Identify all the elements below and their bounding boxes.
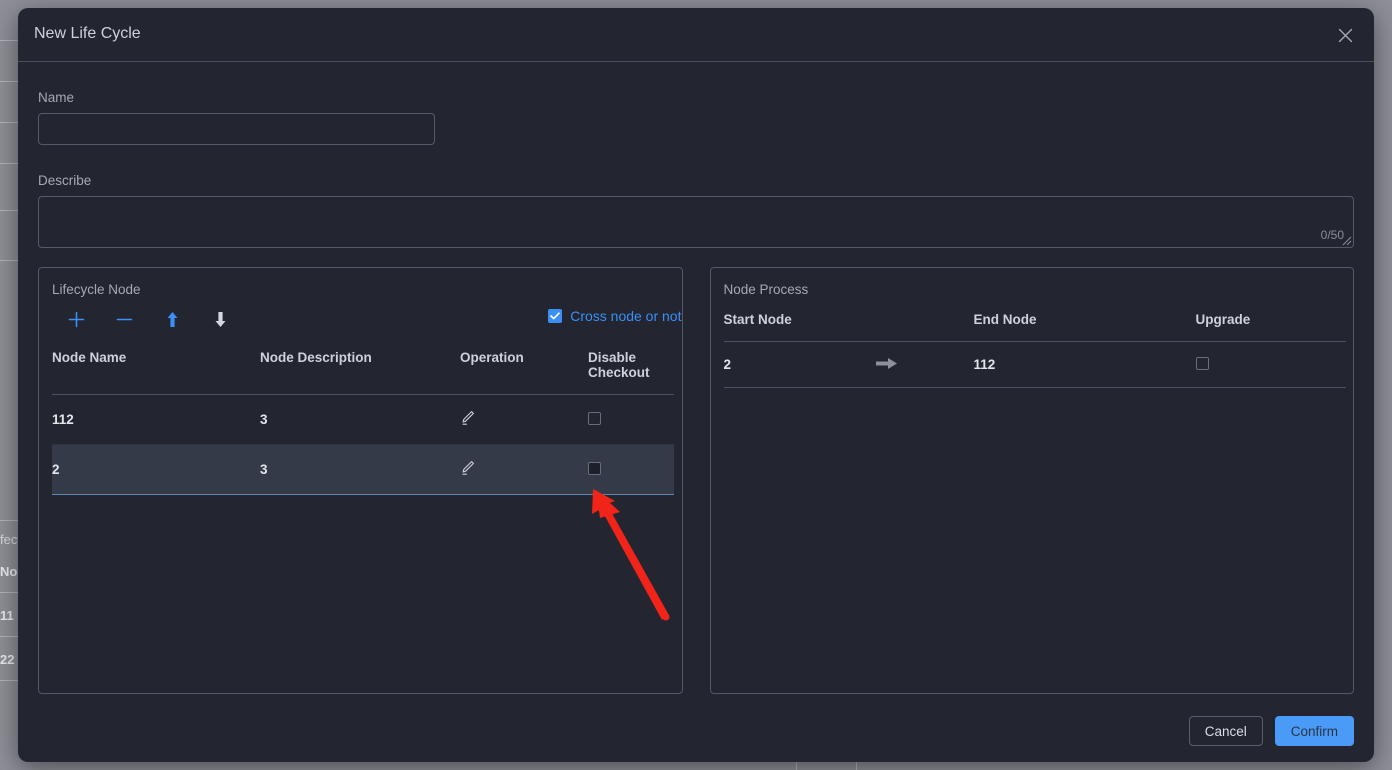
- arrow-down-icon: [215, 311, 225, 327]
- cell-end-node: 112: [973, 357, 996, 372]
- disable-checkout-checkbox[interactable]: [588, 411, 601, 425]
- start-node-value: 2: [723, 357, 732, 372]
- edit-pencil-icon[interactable]: [460, 410, 476, 429]
- cell-disable-checkout: [588, 445, 674, 495]
- node-process-panel: Node Process Start Node End Node Upgrade…: [709, 267, 1354, 694]
- add-node-button[interactable]: [52, 306, 100, 332]
- background-text-fragment: No: [0, 564, 18, 579]
- close-icon[interactable]: [1332, 22, 1358, 48]
- upgrade-checkbox[interactable]: [1195, 356, 1209, 370]
- column-header-start-node: Start Node: [723, 312, 974, 342]
- dialog-title: New Life Cycle: [34, 25, 141, 42]
- disable-checkout-checkbox[interactable]: [588, 461, 601, 475]
- table-row[interactable]: 2 3: [52, 444, 674, 495]
- cell-upgrade: [1195, 342, 1346, 388]
- lifecycle-node-panel: Lifecycle Node Cross node or not Node Na…: [38, 267, 683, 694]
- table-row[interactable]: 2 112: [723, 342, 1346, 388]
- node-process-table: Start Node End Node Upgrade 2 112: [723, 312, 1346, 388]
- confirm-button[interactable]: Confirm: [1274, 716, 1354, 746]
- describe-textarea[interactable]: [38, 196, 1354, 248]
- name-input[interactable]: [38, 113, 435, 145]
- cell-operation: [460, 445, 588, 495]
- minus-icon: [116, 318, 132, 320]
- dialog-header: New Life Cycle: [18, 8, 1374, 62]
- describe-field-wrapper: 0/50: [38, 196, 1354, 248]
- cancel-button[interactable]: Cancel: [1188, 716, 1263, 746]
- background-top-strip: [0, 0, 1392, 8]
- edit-pencil-icon[interactable]: [460, 460, 476, 479]
- cell-node-description: 3: [260, 412, 268, 427]
- checkbox-checked-icon: [548, 309, 563, 323]
- cell-disable-checkout: [588, 395, 674, 445]
- arrow-up-icon: [167, 311, 177, 327]
- dialog-footer: Cancel Confirm: [1188, 716, 1354, 746]
- move-node-up-button[interactable]: [148, 306, 196, 332]
- column-header-upgrade: Upgrade: [1195, 312, 1346, 342]
- plus-icon: [68, 311, 84, 327]
- cell-node-description: 3: [260, 462, 268, 477]
- cell-start-node: 2: [724, 342, 974, 388]
- column-header-node-name: Node Name: [52, 350, 260, 395]
- cell-node-name: 112: [52, 412, 74, 427]
- table-row[interactable]: 112 3: [52, 395, 674, 445]
- background-text-fragment: 11: [0, 608, 14, 623]
- describe-label: Describe: [38, 173, 92, 188]
- lifecycle-node-table: Node Name Node Description Operation Dis…: [52, 350, 674, 495]
- move-node-down-button[interactable]: [196, 306, 244, 332]
- cell-operation: [460, 395, 588, 445]
- column-header-end-node: End Node: [973, 312, 1196, 342]
- remove-node-button[interactable]: [100, 306, 148, 332]
- arrow-right-icon: [875, 356, 898, 373]
- table-header-row: Node Name Node Description Operation Dis…: [52, 350, 674, 395]
- panels-row: Lifecycle Node Cross node or not Node Na…: [38, 267, 1354, 694]
- column-header-disable-checkout: Disable Checkout: [588, 350, 674, 395]
- table-header-row: Start Node End Node Upgrade: [723, 312, 1346, 342]
- name-label: Name: [38, 90, 75, 105]
- lifecycle-node-title: Lifecycle Node: [52, 282, 141, 297]
- dialog-body: Name Describe 0/50 Lifecycle Node Cross …: [18, 90, 1374, 694]
- cross-node-checkbox[interactable]: Cross node or not: [548, 308, 682, 324]
- lifecycle-node-toolbar: [52, 306, 244, 332]
- cell-node-name: 2: [52, 462, 60, 477]
- column-header-node-description: Node Description: [260, 350, 460, 395]
- node-process-title: Node Process: [723, 282, 809, 297]
- background-text-fragment: 22: [0, 652, 15, 667]
- cross-node-label: Cross node or not: [570, 308, 682, 324]
- new-life-cycle-dialog: New Life Cycle Name Describe 0/50 Lifecy…: [18, 8, 1374, 762]
- column-header-operation: Operation: [460, 350, 588, 395]
